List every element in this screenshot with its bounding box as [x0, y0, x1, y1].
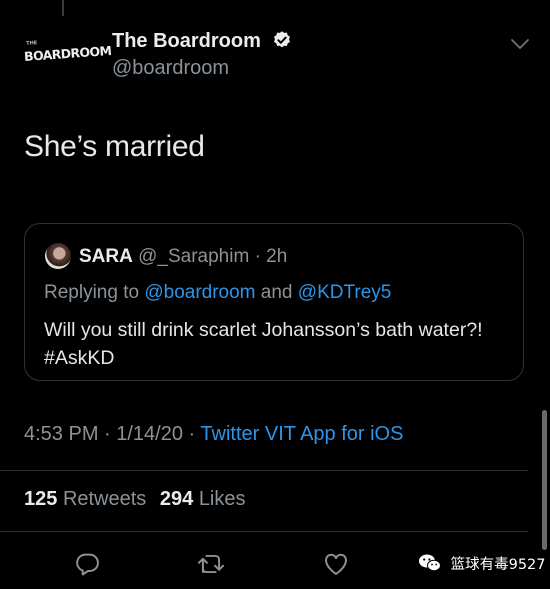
tweet-timestamp: 4:53 PM · 1/14/20 ·: [24, 423, 201, 445]
quoted-author-avatar[interactable]: [45, 243, 71, 269]
reply-user-link-kdtrey5[interactable]: @KDTrey5: [298, 282, 392, 303]
author-handle[interactable]: @boardroom: [112, 57, 229, 80]
author-name-text: The Boardroom: [112, 30, 261, 52]
heart-icon[interactable]: [322, 550, 350, 583]
quoted-author-name[interactable]: SARA: [79, 246, 133, 267]
quoted-tweet-header: SARA @_Saraphim · 2h: [79, 246, 287, 268]
avatar-logo-text: THE BOARDROOM: [24, 40, 112, 64]
wechat-icon: [418, 553, 442, 577]
hashtag-link[interactable]: #AskKD: [44, 347, 114, 369]
like-stat[interactable]: 294 Likes: [160, 488, 254, 510]
author-name[interactable]: The Boardroom: [112, 30, 292, 56]
quoted-handle-time: @_Saraphim · 2h: [138, 246, 288, 267]
like-count: 294: [159, 488, 194, 510]
replying-to-line: Replying to @boardroom and @KDTrey5: [44, 282, 391, 304]
tweet-timestamp-row: 4:53 PM · 1/14/20 · Twitter VIT App for …: [24, 423, 403, 446]
watermark-text: 篮球有毒9527: [450, 557, 546, 573]
quoted-tweet-card[interactable]: SARA @_Saraphim · 2h Replying to @boardr…: [24, 223, 524, 381]
reply-icon[interactable]: [74, 550, 102, 583]
replying-prefix: Replying to: [44, 282, 140, 303]
like-label: Likes: [198, 488, 246, 510]
thread-connector-line: [62, 0, 64, 16]
retweet-count: 125: [24, 488, 58, 510]
avatar-logo-small: THE: [26, 40, 38, 47]
verified-badge-icon: [272, 30, 292, 56]
chevron-down-icon[interactable]: [509, 36, 531, 57]
reply-user-link-boardroom[interactable]: @boardroom: [144, 282, 255, 303]
quoted-tweet-text: Will you still drink scarlet Johansson’s…: [44, 316, 484, 372]
retweet-label: Retweets: [62, 488, 147, 510]
divider-top: [0, 470, 528, 471]
retweet-stat[interactable]: 125 Retweets: [24, 488, 160, 510]
author-avatar[interactable]: THE BOARDROOM: [24, 34, 112, 74]
replying-and: and: [260, 282, 293, 303]
quoted-text-main: Will you still drink scarlet Johansson’s…: [44, 319, 483, 341]
retweet-icon[interactable]: [196, 550, 226, 583]
watermark: 篮球有毒9527: [418, 553, 546, 577]
divider-bottom: [0, 531, 528, 532]
tweet-source-link[interactable]: Twitter VIT App for iOS: [200, 423, 403, 445]
tweet-text: She’s married: [24, 130, 205, 163]
tweet-stats-row: 125 Retweets 294 Likes: [24, 488, 254, 511]
scrollbar[interactable]: [542, 410, 547, 550]
